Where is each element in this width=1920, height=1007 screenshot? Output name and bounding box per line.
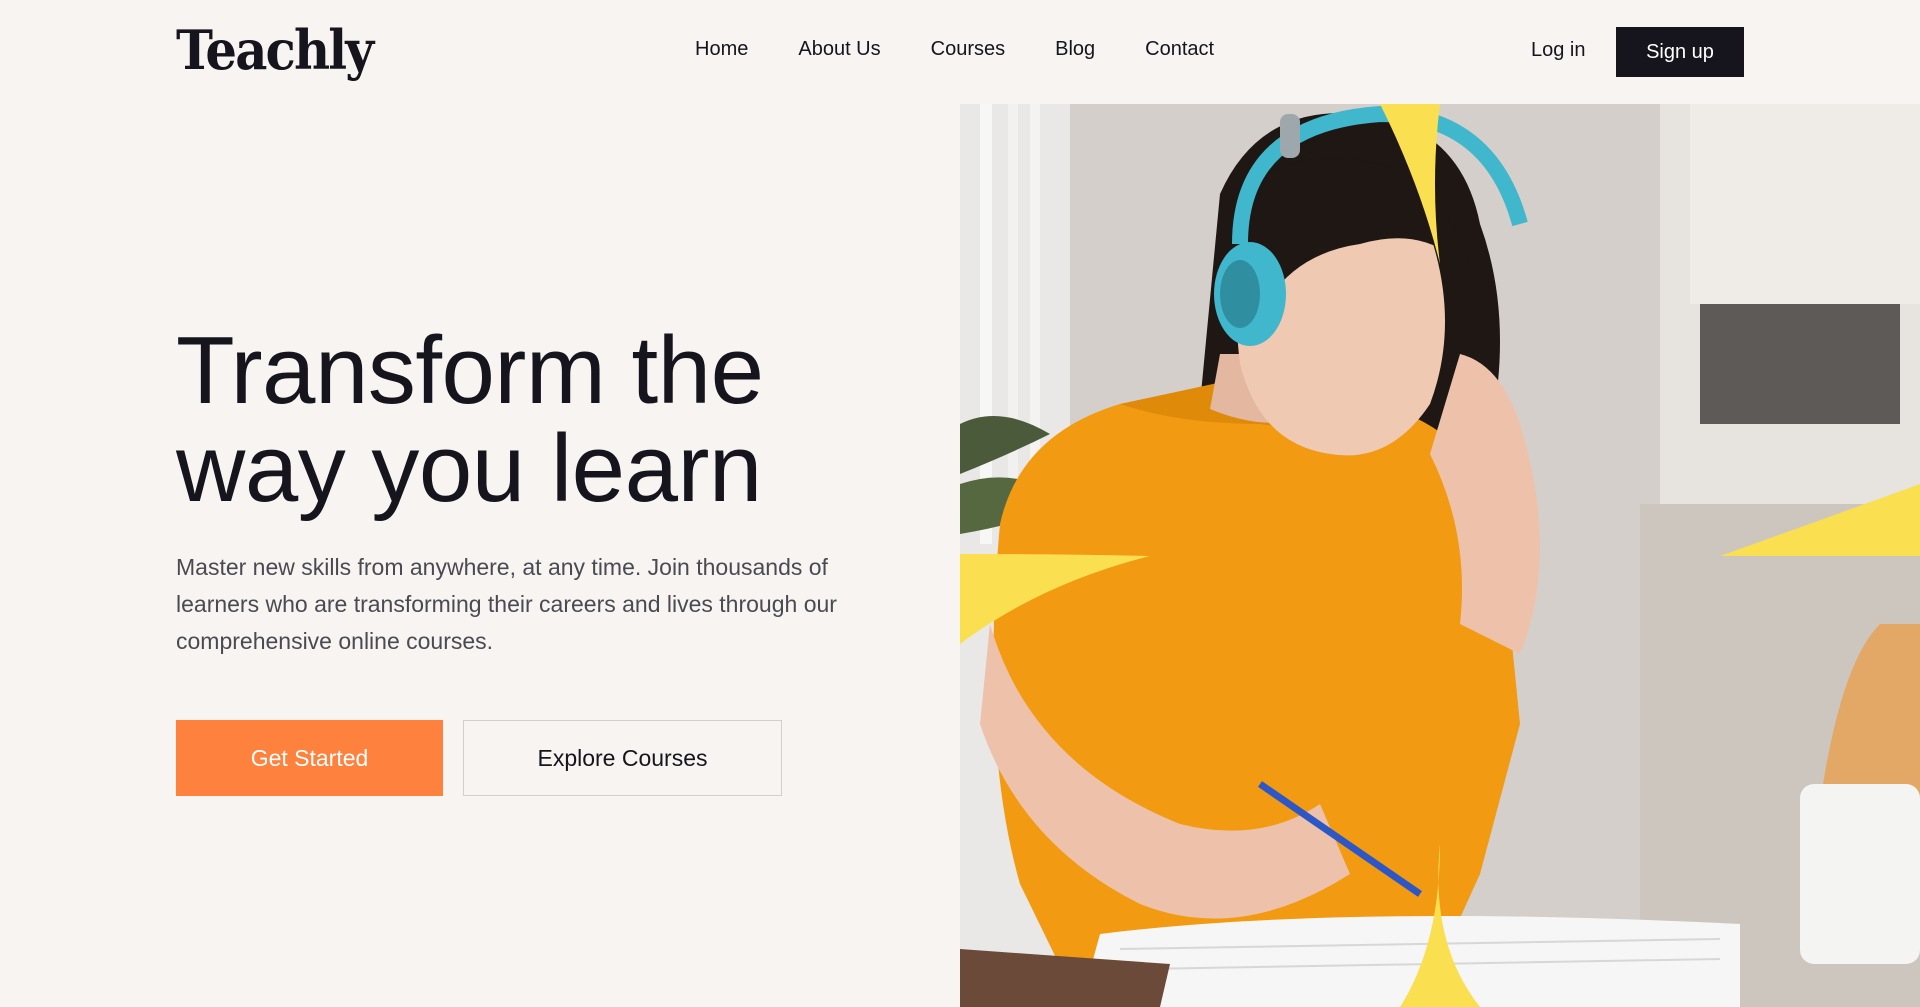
nav-home[interactable]: Home xyxy=(695,38,748,61)
hero-title-line-2: way you learn xyxy=(176,415,762,522)
hero-image xyxy=(960,104,1920,1007)
nav-courses[interactable]: Courses xyxy=(931,38,1005,61)
hero-title: Transform the way you learn xyxy=(176,322,936,518)
site-header: Teachly Home About Us Courses Blog Conta… xyxy=(0,0,1920,104)
explore-courses-button[interactable]: Explore Courses xyxy=(463,720,782,796)
logo[interactable]: Teachly xyxy=(176,18,374,82)
login-link[interactable]: Log in xyxy=(1531,39,1586,62)
nav-contact[interactable]: Contact xyxy=(1145,38,1214,61)
signup-button[interactable]: Sign up xyxy=(1616,27,1744,77)
landing-page: Teachly Home About Us Courses Blog Conta… xyxy=(0,0,1920,1007)
nav-blog[interactable]: Blog xyxy=(1055,38,1095,61)
student-illustration xyxy=(960,104,1920,1007)
get-started-button[interactable]: Get Started xyxy=(176,720,443,796)
hero-description: Master new skills from anywhere, at any … xyxy=(176,554,837,654)
nav-about-us[interactable]: About Us xyxy=(798,38,880,61)
main-nav: Home About Us Courses Blog Contact xyxy=(695,38,1214,61)
hero-title-line-1: Transform the xyxy=(176,317,764,424)
